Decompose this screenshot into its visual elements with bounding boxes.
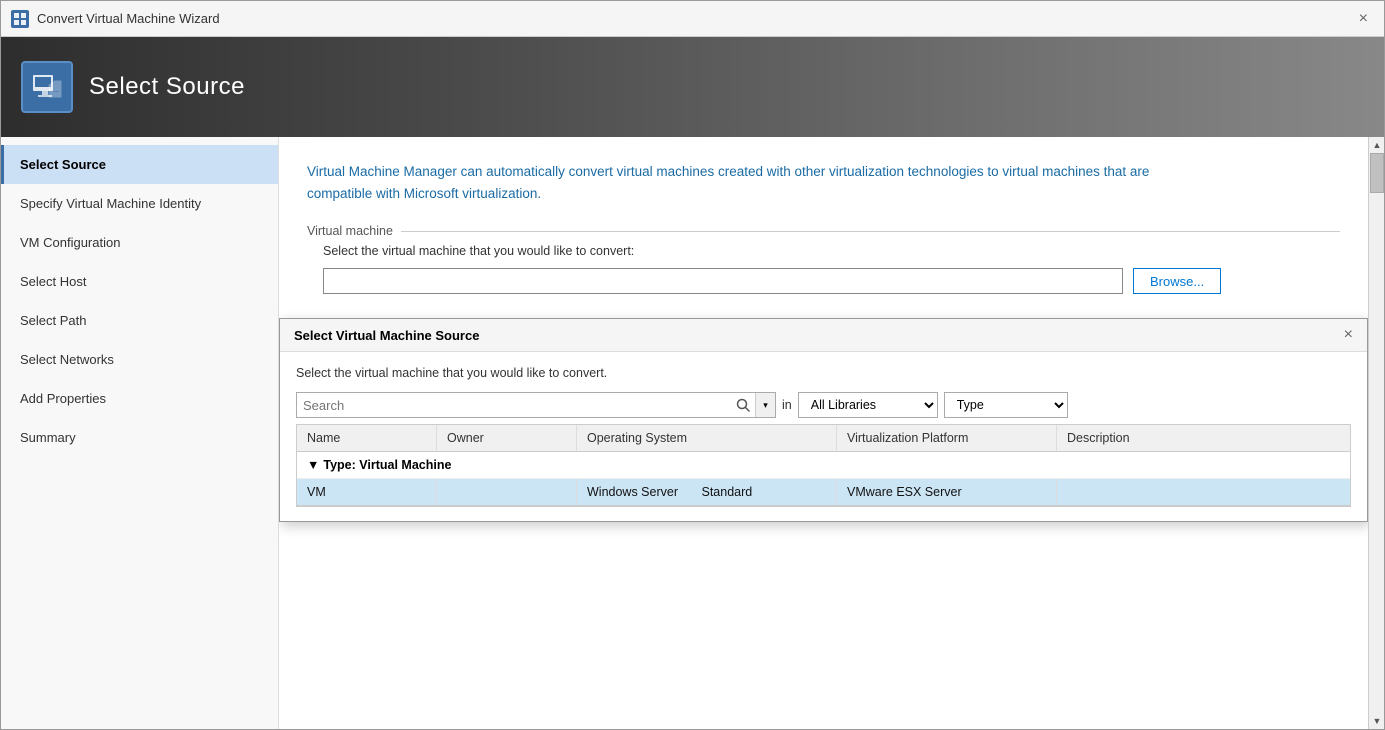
search-toolbar: ▾ in All Libraries Library 1 Library 2 T… <box>296 392 1351 418</box>
sub-dialog: Select Virtual Machine Source × Select t… <box>279 318 1368 522</box>
col-virt-platform: Virtualization Platform <box>837 425 1057 451</box>
search-input[interactable] <box>297 393 731 417</box>
header-title: Select Source <box>89 73 245 101</box>
type-dropdown[interactable]: Type Virtual Machine Template <box>944 392 1068 418</box>
browse-button[interactable]: Browse... <box>1133 268 1221 294</box>
main-content: Select Source Specify Virtual Machine Id… <box>1 137 1384 729</box>
sidebar-item-select-host[interactable]: Select Host <box>1 262 278 301</box>
header-icon: → <box>21 61 73 113</box>
sidebar-item-specify-vm-identity[interactable]: Specify Virtual Machine Identity <box>1 184 278 223</box>
sub-dialog-body: Select the virtual machine that you woul… <box>280 352 1367 521</box>
sidebar-item-summary[interactable]: Summary <box>1 418 278 457</box>
cell-virt-platform: VMware ESX Server <box>837 479 1057 505</box>
scroll-down-arrow[interactable]: ▼ <box>1369 713 1384 729</box>
right-scrollbar: ▲ ▼ <box>1368 137 1384 729</box>
header-banner: → Select Source <box>1 37 1384 137</box>
col-description: Description <box>1057 425 1350 451</box>
libraries-dropdown[interactable]: All Libraries Library 1 Library 2 <box>798 392 938 418</box>
vm-path-input[interactable] <box>323 268 1123 294</box>
section-label: Virtual machine <box>307 224 1340 238</box>
window-title: Convert Virtual Machine Wizard <box>37 11 220 26</box>
content-area: Virtual Machine Manager can automaticall… <box>279 137 1368 729</box>
search-box-wrapper: ▾ <box>296 392 776 418</box>
cell-name: VM <box>297 479 437 505</box>
vm-input-label: Select the virtual machine that you woul… <box>307 244 1340 258</box>
table-group-row[interactable]: ▼ Type: Virtual Machine <box>297 452 1350 479</box>
search-icon <box>736 398 750 412</box>
window-close-button[interactable]: × <box>1353 9 1374 29</box>
sidebar-item-select-networks[interactable]: Select Networks <box>1 340 278 379</box>
svg-text:→: → <box>52 86 60 95</box>
sub-dialog-title-text: Select Virtual Machine Source <box>294 328 479 343</box>
in-label: in <box>782 398 792 412</box>
title-bar-left: Convert Virtual Machine Wizard <box>11 10 220 28</box>
sidebar-item-select-path[interactable]: Select Path <box>1 301 278 340</box>
scroll-thumb[interactable] <box>1370 153 1384 193</box>
sidebar: Select Source Specify Virtual Machine Id… <box>1 137 279 729</box>
sub-dialog-description: Select the virtual machine that you woul… <box>296 366 1351 380</box>
intro-text: Virtual Machine Manager can automaticall… <box>307 161 1207 204</box>
sidebar-item-add-properties[interactable]: Add Properties <box>1 379 278 418</box>
cell-owner <box>437 479 577 505</box>
col-os: Operating System <box>577 425 837 451</box>
vm-input-row: Browse... <box>307 268 1340 294</box>
title-bar: Convert Virtual Machine Wizard × <box>1 1 1384 37</box>
vm-section: Virtual machine Select the virtual machi… <box>307 224 1340 294</box>
table-row[interactable]: VM Windows Server Standard VMware ESX Se… <box>297 479 1350 506</box>
cell-os: Windows Server Standard <box>577 479 837 505</box>
table-body: ▼ Type: Virtual Machine VM Windows Serve… <box>297 452 1350 506</box>
scroll-up-arrow[interactable]: ▲ <box>1369 137 1384 153</box>
window-icon <box>11 10 29 28</box>
scroll-track[interactable] <box>1369 153 1384 713</box>
col-owner: Owner <box>437 425 577 451</box>
vm-table: Name Owner Operating System Virtualizati… <box>296 424 1351 507</box>
group-chevron: ▼ <box>307 458 319 472</box>
group-label: Type: Virtual Machine <box>323 458 451 472</box>
content-main: Virtual Machine Manager can automaticall… <box>279 137 1368 318</box>
cell-description <box>1057 479 1350 505</box>
sidebar-item-select-source[interactable]: Select Source <box>1 145 278 184</box>
main-window: Convert Virtual Machine Wizard × → Selec… <box>0 0 1385 730</box>
col-name: Name <box>297 425 437 451</box>
search-dropdown-arrow[interactable]: ▾ <box>755 393 775 417</box>
sidebar-item-vm-configuration[interactable]: VM Configuration <box>1 223 278 262</box>
table-header: Name Owner Operating System Virtualizati… <box>297 425 1350 452</box>
search-icon-button[interactable] <box>731 393 755 417</box>
sub-dialog-title-bar: Select Virtual Machine Source × <box>280 319 1367 352</box>
sub-dialog-close-button[interactable]: × <box>1344 327 1353 343</box>
